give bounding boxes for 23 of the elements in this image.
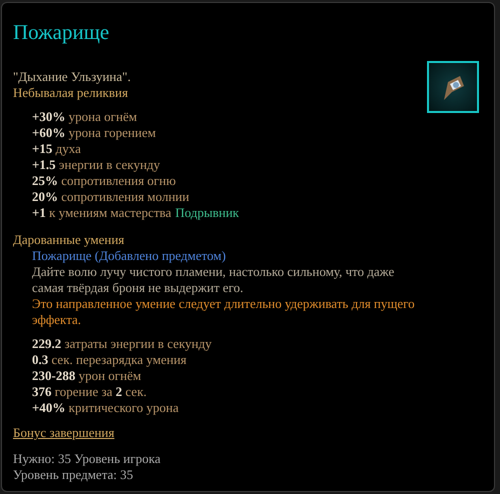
item-stat: 20% сопротивления молнии	[32, 189, 190, 205]
skill-stat: 230-288 урон огнём	[32, 368, 142, 384]
skill-name: Пожарище (Добавлено предметом)	[32, 248, 227, 264]
completion-bonus-link[interactable]: Бонус завершения	[13, 425, 114, 440]
item-stat: +15 духа	[32, 141, 81, 157]
item-stat: +30% урона огнём	[32, 109, 137, 125]
skill-stat: +40% критического урона	[32, 400, 179, 416]
item-flavor: "Дыхание Ульзуина".	[13, 69, 131, 85]
item-stat: +60% урона горением	[32, 125, 156, 141]
skill-stat: 229.2 затраты энергии в секунду	[32, 336, 212, 352]
requirement-text: Уровень предмета: 35	[13, 467, 134, 483]
skill-stat: 376 горение за 2 сек.	[32, 384, 147, 400]
skill-stat: 0.3 сек. перезарядка умения	[32, 352, 187, 368]
requirement-text: Нужно: 35 Уровень игрока	[13, 451, 162, 467]
item-stat: +1.5 энергии в секунду	[32, 157, 160, 173]
mastery-name: Подрывник	[175, 205, 239, 221]
item-title: Пожарище	[13, 19, 110, 45]
skill-note: Это направленное умение следует длительно удерживать для пущего эффекта.	[32, 296, 416, 328]
item-rarity: Небывалая реликвия	[13, 85, 129, 101]
skill-description: Дайте волю лучу чистого пламени, настолько сильному, что даже самая твёрдая броня не выдержит его.	[32, 264, 396, 296]
item-stat: 25% сопротивления огню	[32, 173, 176, 189]
section-header: Дарованные умения	[13, 232, 126, 248]
item-stat: +1 к умениям мастерства	[32, 205, 172, 221]
